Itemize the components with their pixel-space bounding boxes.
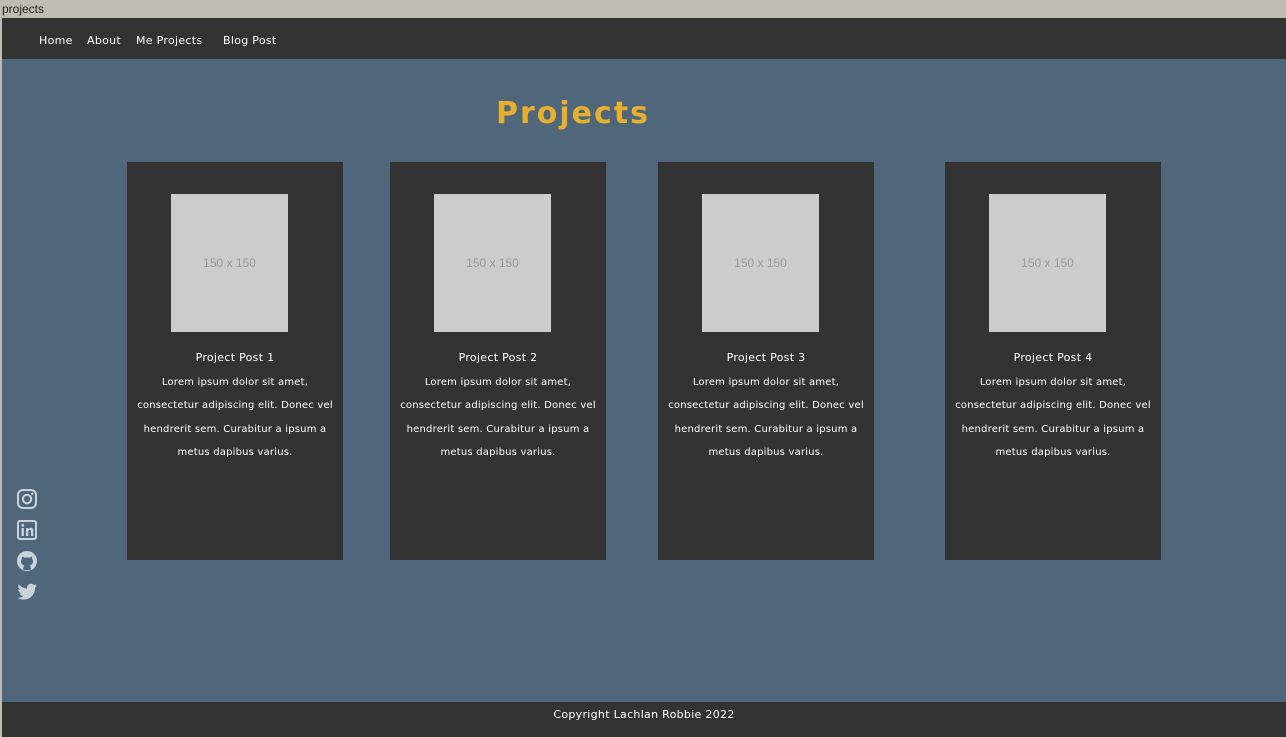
project-image: 150 x 150 — [434, 194, 551, 332]
nav-link-projects[interactable]: Me Projects — [136, 18, 202, 63]
project-card[interactable]: 150 x 150 Project Post 1 Lorem ipsum dol… — [127, 162, 343, 560]
project-image: 150 x 150 — [171, 194, 288, 332]
project-image: 150 x 150 — [702, 194, 819, 332]
window-title: projects — [0, 0, 1286, 18]
project-image: 150 x 150 — [989, 194, 1106, 332]
linkedin-icon[interactable] — [16, 519, 38, 541]
project-description: Lorem ipsum dolor sit amet, consectetur … — [400, 377, 596, 459]
navbar: Home About Me Projects Blog Post — [2, 18, 1286, 59]
nav-link-home[interactable]: Home — [39, 18, 73, 63]
footer: Copyright Lachlan Robbie 2022 — [2, 702, 1286, 737]
instagram-icon[interactable] — [16, 488, 38, 510]
project-title: Project Post 4 — [1013, 351, 1093, 364]
nav-link-blog[interactable]: Blog Post — [223, 18, 277, 63]
project-description: Lorem ipsum dolor sit amet, consectetur … — [955, 377, 1151, 459]
social-links — [16, 488, 40, 612]
project-card[interactable]: 150 x 150 Project Post 4 Lorem ipsum dol… — [945, 162, 1161, 560]
project-card[interactable]: 150 x 150 Project Post 2 Lorem ipsum dol… — [390, 162, 606, 560]
github-icon[interactable] — [16, 550, 38, 572]
project-title: Project Post 3 — [726, 351, 806, 364]
page-title: Projects — [495, 96, 650, 132]
project-description: Lorem ipsum dolor sit amet, consectetur … — [668, 377, 864, 459]
footer-copyright: Copyright Lachlan Robbie 2022 — [553, 708, 735, 721]
nav-link-about[interactable]: About — [87, 18, 121, 63]
project-title: Project Post 1 — [195, 351, 275, 364]
project-description: Lorem ipsum dolor sit amet, consectetur … — [137, 377, 333, 459]
project-card[interactable]: 150 x 150 Project Post 3 Lorem ipsum dol… — [658, 162, 874, 560]
twitter-icon[interactable] — [16, 581, 38, 603]
page: Home About Me Projects Blog Post Project… — [2, 18, 1286, 737]
project-title: Project Post 2 — [458, 351, 538, 364]
